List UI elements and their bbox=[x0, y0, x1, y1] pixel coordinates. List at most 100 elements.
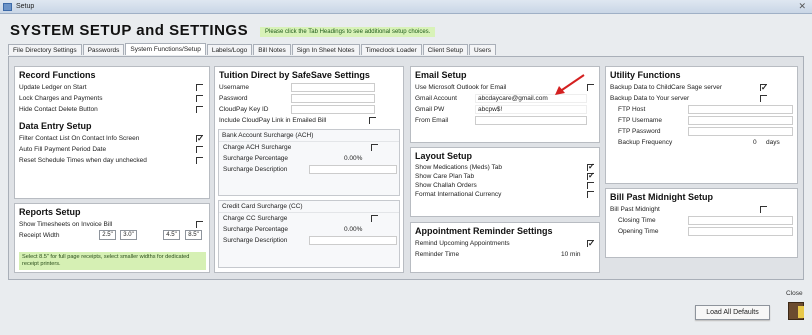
close-label: Close bbox=[786, 290, 803, 297]
ach-percentage-row: Surcharge Percentage 0.00% bbox=[219, 153, 399, 164]
tab-timeclock-loader[interactable]: Timeclock Loader bbox=[360, 44, 422, 55]
tab-file-directory-settings[interactable]: File Directory Settings bbox=[8, 44, 82, 55]
cc-description-field[interactable] bbox=[309, 236, 397, 245]
backup-frequency-row: Backup Frequency 0 days bbox=[606, 137, 797, 148]
reports-setup-title: Reports Setup bbox=[19, 207, 81, 217]
auto-fill-payment-checkbox[interactable] bbox=[196, 146, 203, 153]
gmail-pw-row: Gmail PW abcpw$! bbox=[411, 104, 599, 115]
ach-surcharge-title: Bank Account Surcharge (ACH) bbox=[219, 130, 399, 142]
reminder-time-label: Reminder Time bbox=[415, 251, 460, 258]
charge-cc-label: Charge CC Surcharge bbox=[223, 215, 288, 222]
closing-time-field[interactable] bbox=[688, 216, 793, 225]
ach-percentage-value[interactable]: 0.00% bbox=[344, 153, 362, 164]
backup-sage-label: Backup Data to ChildCare Sage server bbox=[610, 84, 723, 91]
remind-appointments-label: Remind Upcoming Appointments bbox=[415, 240, 510, 247]
cc-percentage-row: Surcharge Percentage 0.00% bbox=[219, 224, 399, 235]
filter-contact-checkbox[interactable] bbox=[196, 133, 204, 144]
cc-percentage-value[interactable]: 0.00% bbox=[344, 224, 362, 235]
backup-sage-checkbox[interactable] bbox=[760, 82, 768, 93]
remind-appointments-checkbox[interactable] bbox=[587, 238, 595, 249]
reports-setup-section: Reports Setup Show Timesheets on Invoice… bbox=[14, 203, 210, 273]
lock-charges-row: Lock Charges and Payments bbox=[15, 93, 209, 104]
from-email-label: From Email bbox=[415, 117, 449, 124]
show-care-plan-label: Show Care Plan Tab bbox=[415, 173, 475, 180]
tuition-direct-section: Tuition Direct by SafeSave Settings User… bbox=[214, 66, 404, 273]
intl-currency-row: Format International Currency bbox=[411, 190, 599, 199]
tab-users[interactable]: Users bbox=[469, 44, 497, 55]
door-close-icon[interactable] bbox=[788, 302, 804, 320]
gmail-pw-field[interactable]: abcpw$! bbox=[475, 105, 587, 114]
include-cloudpay-row: Include CloudPay Link in Emailed Bill bbox=[215, 115, 403, 126]
backup-yours-checkbox[interactable] bbox=[760, 95, 767, 102]
password-label: Password bbox=[219, 95, 248, 102]
page-title: SYSTEM SETUP and SETTINGS bbox=[10, 22, 249, 39]
receipt-width-row: Receipt Width 2.5" 3.0" 4.5" 8.5" bbox=[15, 230, 209, 243]
ach-description-field[interactable] bbox=[309, 165, 397, 174]
show-meds-checkbox[interactable] bbox=[587, 162, 595, 171]
charge-ach-checkbox[interactable] bbox=[371, 144, 378, 151]
intl-currency-label: Format International Currency bbox=[415, 191, 502, 198]
backup-frequency-value[interactable]: 0 bbox=[753, 137, 757, 148]
username-field[interactable] bbox=[291, 83, 375, 92]
record-functions-section: Record Functions Update Ledger on Start … bbox=[14, 66, 210, 199]
ftp-username-field[interactable] bbox=[688, 116, 793, 125]
width-2-5-button[interactable]: 2.5" bbox=[99, 230, 116, 240]
gmail-account-label: Gmail Account bbox=[415, 95, 457, 102]
backup-yours-label: Backup Data to Your server bbox=[610, 95, 690, 102]
password-field[interactable] bbox=[291, 94, 375, 103]
width-3-0-button[interactable]: 3.0" bbox=[120, 230, 137, 240]
cc-description-label: Surcharge Description bbox=[223, 237, 288, 244]
closing-time-label: Closing Time bbox=[618, 217, 656, 224]
ftp-host-row: FTP Host bbox=[606, 104, 797, 115]
tab-sign-in-sheet-notes[interactable]: Sign In Sheet Notes bbox=[291, 44, 360, 55]
intl-currency-checkbox[interactable] bbox=[587, 191, 594, 198]
tuition-direct-title: Tuition Direct by SafeSave Settings bbox=[219, 70, 370, 80]
show-timesheets-label: Show Timesheets on Invoice Bill bbox=[19, 221, 113, 228]
backup-yours-row: Backup Data to Your server bbox=[606, 93, 797, 104]
tab-bill-notes[interactable]: Bill Notes bbox=[253, 44, 291, 55]
show-challah-checkbox[interactable] bbox=[587, 182, 594, 189]
from-email-field[interactable] bbox=[475, 116, 587, 125]
bill-past-midnight-label: Bill Past Midnight bbox=[610, 206, 660, 213]
ach-description-row: Surcharge Description bbox=[219, 164, 399, 175]
backup-frequency-unit: days bbox=[766, 139, 780, 146]
backup-sage-row: Backup Data to ChildCare Sage server bbox=[606, 82, 797, 93]
tab-passwords[interactable]: Passwords bbox=[82, 44, 125, 55]
ftp-host-field[interactable] bbox=[688, 105, 793, 114]
tab-labels-logo[interactable]: Labels/Logo bbox=[206, 44, 253, 55]
lock-charges-checkbox[interactable] bbox=[196, 95, 203, 102]
reminder-time-value[interactable]: 10 min bbox=[561, 249, 581, 260]
hide-contact-delete-label: Hide Contact Delete Button bbox=[19, 106, 98, 113]
load-all-defaults-button[interactable]: Load All Defaults bbox=[695, 305, 770, 320]
tab-system-functions-setup[interactable]: System Functions/Setup bbox=[125, 43, 206, 55]
utility-functions-section: Utility Functions Backup Data to ChildCa… bbox=[605, 66, 798, 184]
show-timesheets-checkbox[interactable] bbox=[196, 221, 203, 228]
reset-schedule-checkbox[interactable] bbox=[196, 157, 203, 164]
ftp-password-field[interactable] bbox=[688, 127, 793, 136]
window-titlebar: Setup ✕ bbox=[0, 0, 812, 14]
appointment-reminder-section: Appointment Reminder Settings Remind Upc… bbox=[410, 222, 600, 273]
hide-contact-delete-checkbox[interactable] bbox=[196, 106, 203, 113]
cc-percentage-label: Surcharge Percentage bbox=[223, 226, 289, 233]
include-cloudpay-checkbox[interactable] bbox=[369, 117, 376, 124]
bill-past-midnight-checkbox[interactable] bbox=[760, 206, 767, 213]
width-8-5-button[interactable]: 8.5" bbox=[185, 230, 202, 240]
cloudpay-keyid-label: CloudPay Key ID bbox=[219, 106, 269, 113]
auto-fill-payment-row: Auto Fill Payment Period Date bbox=[15, 144, 209, 155]
hide-contact-delete-row: Hide Contact Delete Button bbox=[15, 104, 209, 115]
charge-cc-checkbox[interactable] bbox=[371, 215, 378, 222]
layout-setup-section: Layout Setup Show Medications (Meds) Tab… bbox=[410, 147, 600, 217]
include-cloudpay-label: Include CloudPay Link in Emailed Bill bbox=[219, 117, 327, 124]
window-close-icon[interactable]: ✕ bbox=[798, 1, 806, 12]
record-functions-title: Record Functions bbox=[19, 70, 96, 80]
use-outlook-checkbox[interactable] bbox=[587, 84, 594, 91]
tab-client-setup[interactable]: Client Setup bbox=[422, 44, 469, 55]
opening-time-field[interactable] bbox=[688, 227, 793, 236]
update-ledger-checkbox[interactable] bbox=[196, 84, 203, 91]
show-care-plan-checkbox[interactable] bbox=[587, 171, 595, 180]
cloudpay-keyid-field[interactable] bbox=[291, 105, 375, 114]
width-4-5-button[interactable]: 4.5" bbox=[163, 230, 180, 240]
show-meds-row: Show Medications (Meds) Tab bbox=[411, 162, 599, 172]
window-title: Setup bbox=[16, 3, 35, 10]
cloudpay-keyid-row: CloudPay Key ID bbox=[215, 104, 403, 115]
